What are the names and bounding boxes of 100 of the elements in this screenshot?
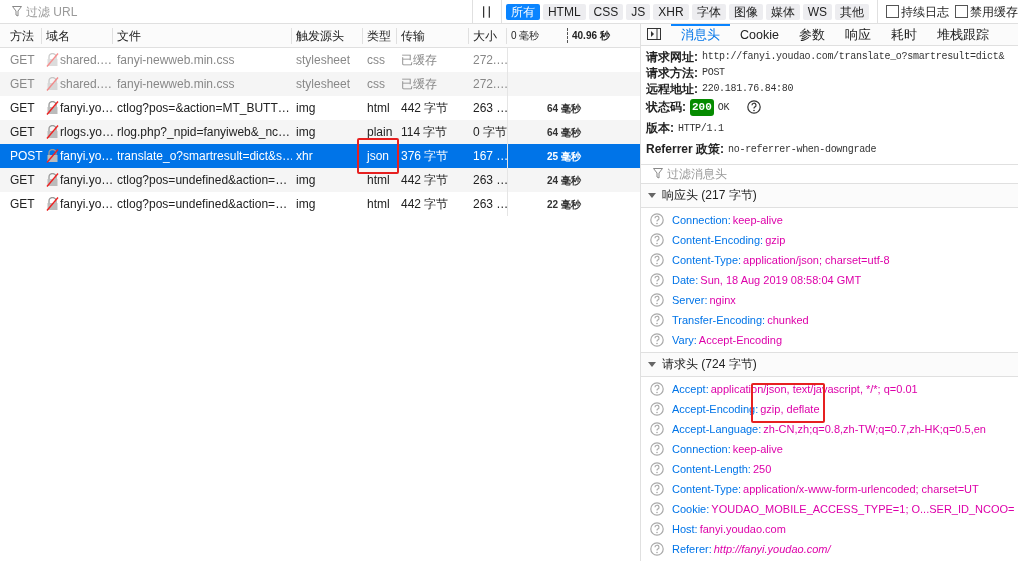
type-filter-button[interactable]: 图像 [728,3,763,20]
url-filter-field[interactable]: 过滤 URL [26,2,473,21]
expanded-triangle-icon [648,191,656,200]
detail-tab[interactable]: 消息头 [671,24,730,45]
checkbox-label: 持续日志 [901,3,949,21]
detail-tab[interactable]: 堆栈跟踪 [926,24,999,45]
status-code-badge: 200 [690,99,714,116]
section-title: 响应头 (217 字节) [662,187,757,205]
column-header[interactable]: 方法 [0,27,42,44]
section-title: 请求头 (724 字节) [662,356,757,374]
header-name: Server: [672,292,708,308]
method-cell-text: GET [9,76,36,93]
type-filter-button[interactable]: XHR [653,3,689,20]
header-name: Accept: [672,381,709,397]
timing-label: 25 毫秒 [547,149,581,164]
column-header[interactable]: 触发源头 [292,27,363,44]
header-name: Cookie: [672,501,710,517]
column-header[interactable]: 大小 [469,27,507,44]
timing-label: 24 毫秒 [547,173,581,188]
header-value: zh-CN,zh;q=0.8,zh-TW;q=0.7,zh-HK;q=0.5,en [763,421,986,437]
domain-cell-text: shared.… [60,76,113,93]
cause-cell-text: img [295,100,317,117]
header-value: application/x-www-form-urlencoded; charset=UT [743,481,979,497]
type-cell: html [367,101,390,115]
header-name: Content-Type: [672,252,742,268]
column-header[interactable]: 文件 [113,27,292,44]
file-cell-text: ctlog?pos=undefined&action=… [116,196,289,213]
header-name: Content-Length: [672,461,751,477]
summary-value: http://fanyi.youdao.com/translate_o?smartresult=dict& [702,50,1005,65]
insecure-lock-icon [46,149,59,163]
method-cell-text: GET [9,52,36,69]
timing-label: 64 毫秒 [547,101,581,116]
summary-value: OK [717,100,730,115]
insecure-lock-icon [46,197,59,211]
header-value: gzip, deflate [760,401,820,417]
column-header[interactable]: 域名 [42,27,113,44]
type-cell: plain [367,125,393,139]
detail-tab[interactable]: 耗时 [880,24,927,45]
request-row[interactable]: GET rlogs.yo… rlog.php?_npid=fanyiweb&_nc… img plain 114 字节 0 字节 64 毫秒 [0,120,640,144]
header-filter-field[interactable]: 过滤消息头 [667,164,1018,183]
size-cell-text: 263 … [472,196,507,213]
type-cell: css [367,53,385,67]
type-filter-button[interactable]: 字体 [691,3,726,20]
request-row[interactable]: GET fanyi.yo… ctlog?pos=undefined&action=… img html 442 字节 263 … 22 毫秒 [0,192,640,216]
detail-tab[interactable]: 参数 [788,24,835,45]
type-filter-button[interactable]: WS [802,3,832,20]
type-filter-button[interactable]: CSS [588,3,624,20]
checkbox[interactable] [886,5,899,18]
header-value: keep-alive [732,212,783,228]
size-cell-text: 263 … [472,100,507,117]
section-header[interactable]: 响应头 (217 字节) [641,183,1018,208]
checkbox-label: 禁用缓存 [970,3,1018,21]
domain-cell-text: shared.… [60,52,113,69]
help-icon[interactable] [747,100,762,115]
summary-value: 220.181.76.84:80 [702,82,794,97]
method-cell-text: GET [9,100,36,117]
header-link[interactable]: http://fanyi.youdao.com/ [713,540,831,557]
method-cell-text: GET [9,172,36,189]
insecure-lock-icon [46,101,59,115]
file-cell-text: ctlog?pos=undefined&action=… [116,172,289,189]
detail-tab[interactable]: 响应 [834,24,881,45]
column-header[interactable]: 类型 [363,27,397,44]
insecure-lock-icon [46,53,59,67]
summary-value: no-referrer-when-downgrade [728,142,877,157]
insecure-lock-icon [46,173,59,187]
method-cell-text: POST [9,148,42,165]
header-value: fanyi.youdao.com [699,521,786,537]
panel-toggle-icon[interactable] [647,28,661,41]
cause-cell-text: img [295,124,317,141]
summary-value: HTTP/1.1 [678,121,724,136]
type-filter-button[interactable]: HTML [542,3,586,20]
column-header[interactable]: 传输 [397,27,469,44]
size-cell-text: 272.… [472,52,507,69]
detail-tab[interactable]: Cookie [730,24,789,45]
summary-label: 版本: [646,120,674,138]
insecure-lock-icon [46,125,59,139]
header-name: Connection: [672,212,731,228]
request-row[interactable]: POST fanyi.yo… translate_o?smartresult=dict&s… xhr json 376 字节 167 … 25 毫秒 [0,144,640,168]
pause-icon[interactable] [483,5,491,18]
type-filter-button[interactable]: 其他 [835,3,869,20]
header-name: Referer: [672,541,712,557]
transferred-cell-text: 442 字节 [400,196,450,213]
domain-cell-text: rlogs.yo… [60,124,115,141]
type-filter-button[interactable]: 所有 [505,3,540,20]
checkbox[interactable] [955,5,968,18]
header-name: Connection: [672,441,731,457]
insecure-lock-icon [46,77,59,91]
header-name: Accept-Language: [672,421,762,437]
transferred-cell-text: 442 字节 [400,100,450,117]
header-name: Content-Type: [672,481,742,497]
section-header[interactable]: 请求头 (724 字节) [641,352,1018,377]
type-filter-button[interactable]: 媒体 [765,3,800,20]
cause-cell-text: xhr [295,148,314,165]
cause-cell-text: stylesheet [295,76,352,93]
expanded-triangle-icon [648,360,656,369]
type-filter-button[interactable]: JS [626,3,651,20]
request-row[interactable]: GET fanyi.yo… ctlog?pos=undefined&action=… img html 442 字节 263 … 24 毫秒 [0,168,640,192]
timing-label: 64 毫秒 [547,125,581,140]
method-cell-text: GET [9,196,36,213]
cause-cell-text: img [295,196,317,213]
